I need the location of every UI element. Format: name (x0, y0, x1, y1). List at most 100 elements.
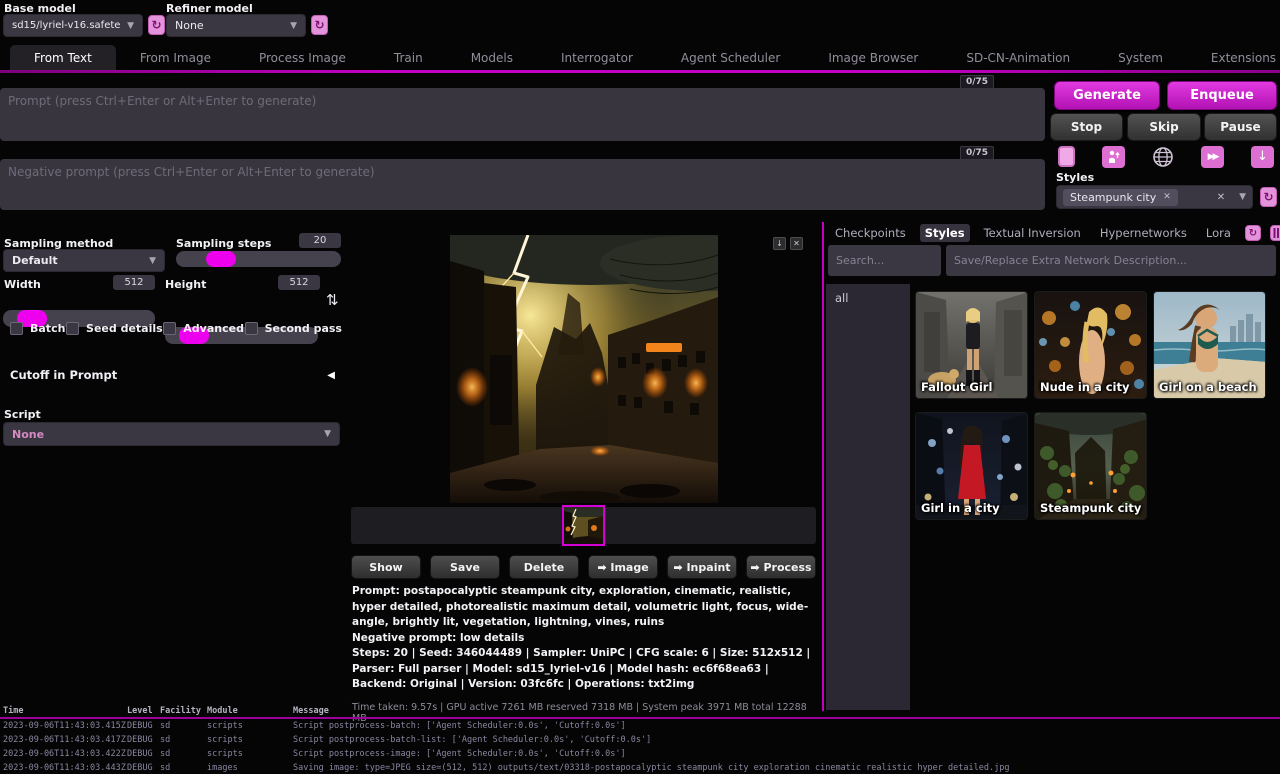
tab-agent-scheduler[interactable]: Agent Scheduler (657, 45, 804, 71)
enqueue-button[interactable]: Enqueue (1167, 81, 1277, 110)
sliders-glyph (1273, 228, 1280, 238)
log-facility: sd (160, 749, 207, 759)
sampling-method-dropdown[interactable]: Default ▼ (3, 249, 165, 272)
refiner-model-dropdown[interactable]: None ▼ (166, 14, 306, 37)
log-time: 2023-09-06T11:43:03.415Z (3, 721, 127, 731)
style-card-label: Girl in a city (921, 501, 1000, 515)
batch-checkbox[interactable]: Batch (10, 322, 65, 335)
gallery-thumbnail-art (564, 507, 603, 544)
image-close-icon[interactable]: ✕ (790, 237, 803, 250)
send-to-inpaint-button[interactable]: ➡ Inpaint (667, 555, 737, 579)
tab-from-text[interactable]: From Text (10, 45, 116, 71)
second-pass-checkbox[interactable]: Second pass (245, 322, 342, 335)
styles-refresh-icon[interactable]: ↻ (1260, 187, 1277, 207)
height-value[interactable]: 512 (278, 275, 320, 290)
networks-description-input[interactable] (946, 245, 1276, 276)
networks-tab-textual-inversion[interactable]: Textual Inversion (979, 224, 1086, 242)
advanced-checkbox[interactable]: Advanced (163, 322, 244, 335)
script-dropdown[interactable]: None ▼ (3, 422, 340, 446)
swap-dimensions-icon[interactable]: ⇅ (326, 291, 339, 309)
slider-handle[interactable] (206, 251, 236, 267)
networks-tab-styles[interactable]: Styles (920, 224, 970, 242)
tab-from-image[interactable]: From Image (116, 45, 235, 71)
base-model-refresh-icon[interactable]: ↻ (148, 15, 165, 35)
clipboard-icon[interactable] (1058, 146, 1075, 167)
skip-button[interactable]: Skip (1127, 113, 1201, 141)
checkbox-icon (245, 322, 258, 335)
log-message: Script postprocess-batch: ['Agent Schedu… (293, 721, 1280, 731)
style-card-steampunk-city[interactable]: Steampunk city (1034, 412, 1147, 520)
width-label: Width (4, 278, 41, 291)
tab-train[interactable]: Train (370, 45, 447, 71)
styles-select[interactable]: Steampunk city ✕ ✕ ▼ (1056, 185, 1253, 209)
quick-tools-row: ▶▶ ↓ (1058, 145, 1274, 168)
remove-style-icon[interactable]: ✕ (1163, 192, 1171, 202)
log-col-message: Message (293, 706, 1280, 716)
tab-models[interactable]: Models (447, 45, 537, 71)
log-level: DEBUG (127, 721, 160, 731)
log-col-level: Level (127, 706, 160, 716)
fast-forward-icon[interactable]: ▶▶ (1201, 146, 1224, 168)
sampling-steps-label: Sampling steps (176, 237, 271, 250)
cutoff-accordion[interactable]: Cutoff in Prompt ◀ (10, 368, 335, 382)
chevron-down-icon: ▼ (290, 21, 297, 31)
log-col-time: Time (3, 706, 127, 716)
style-card-girl-in-a-city[interactable]: Girl in a city (915, 412, 1028, 520)
pause-button[interactable]: Pause (1204, 113, 1277, 141)
checkbox-icon (10, 322, 23, 335)
networks-tab-lora[interactable]: Lora (1201, 224, 1236, 242)
log-accent-divider (0, 717, 1280, 719)
send-to-image-button[interactable]: ➡ Image (588, 555, 658, 579)
tab-extensions[interactable]: Extensions (1187, 45, 1280, 71)
style-card-nude-in-a-city[interactable]: Nude in a city (1034, 291, 1147, 399)
width-value[interactable]: 512 (113, 275, 155, 290)
sampling-steps-value[interactable]: 20 (299, 233, 341, 248)
seed-details-checkbox[interactable]: Seed details (66, 322, 163, 335)
log-header-row: Time Level Facility Module Message (0, 706, 1280, 716)
refiner-model-refresh-icon[interactable]: ↻ (311, 15, 328, 35)
prompt-input[interactable] (0, 88, 1045, 141)
send-to-process-button[interactable]: ➡ Process (746, 555, 816, 579)
tab-system[interactable]: System (1094, 45, 1187, 71)
log-level: DEBUG (127, 749, 160, 759)
generated-image[interactable] (450, 235, 718, 503)
negative-token-counter: 0/75 (960, 146, 994, 160)
show-button[interactable]: Show (351, 555, 421, 579)
negative-prompt-input[interactable] (0, 159, 1045, 210)
globe-icon[interactable] (1152, 146, 1174, 168)
image-download-icon[interactable]: ↓ (773, 237, 786, 250)
log-row: 2023-09-06T11:43:03.443ZDEBUGsdimagesSav… (0, 763, 1280, 773)
networks-sliders-icon[interactable] (1270, 225, 1280, 241)
networks-tab-checkpoints[interactable]: Checkpoints (830, 224, 911, 242)
tab-image-browser[interactable]: Image Browser (804, 45, 942, 71)
networks-search-input[interactable] (828, 245, 941, 276)
base-model-dropdown[interactable]: sd15/lyriel-v16.safetensors ▼ (3, 14, 143, 37)
tab-sd-cn-animation[interactable]: SD-CN-Animation (942, 45, 1094, 71)
tab-interrogator[interactable]: Interrogator (537, 45, 657, 71)
folder-item-all[interactable]: all (826, 284, 910, 312)
clear-styles-icon[interactable]: ✕ (1217, 192, 1225, 203)
tab-process-image[interactable]: Process Image (235, 45, 370, 71)
generated-image-art (450, 235, 718, 503)
checkbox-icon (163, 322, 176, 335)
style-card-label: Girl on a beach (1159, 380, 1257, 394)
apply-style-icon[interactable] (1102, 146, 1125, 168)
gallery-thumbnail-selected[interactable] (562, 505, 605, 546)
base-model-value: sd15/lyriel-v16.safetensors (12, 20, 121, 31)
style-card-fallout-girl[interactable]: Fallout Girl (915, 291, 1028, 399)
log-level: DEBUG (127, 735, 160, 745)
networks-refresh-icon[interactable]: ↻ (1245, 225, 1261, 241)
download-arrow-icon[interactable]: ↓ (1251, 146, 1274, 168)
generate-button[interactable]: Generate (1054, 81, 1160, 110)
networks-tab-hypernetworks[interactable]: Hypernetworks (1095, 224, 1192, 242)
style-token[interactable]: Steampunk city ✕ (1063, 189, 1178, 206)
save-button[interactable]: Save (430, 555, 500, 579)
style-token-text: Steampunk city (1070, 191, 1156, 204)
stop-button[interactable]: Stop (1050, 113, 1123, 141)
sampling-steps-slider[interactable] (176, 251, 341, 267)
style-card-girl-on-a-beach[interactable]: Girl on a beach (1153, 291, 1266, 399)
chevron-down-icon: ▼ (149, 256, 156, 266)
accordion-collapsed-icon: ◀ (327, 370, 335, 381)
log-row: 2023-09-06T11:43:03.415ZDEBUGsdscriptsSc… (0, 721, 1280, 731)
delete-button[interactable]: Delete (509, 555, 579, 579)
